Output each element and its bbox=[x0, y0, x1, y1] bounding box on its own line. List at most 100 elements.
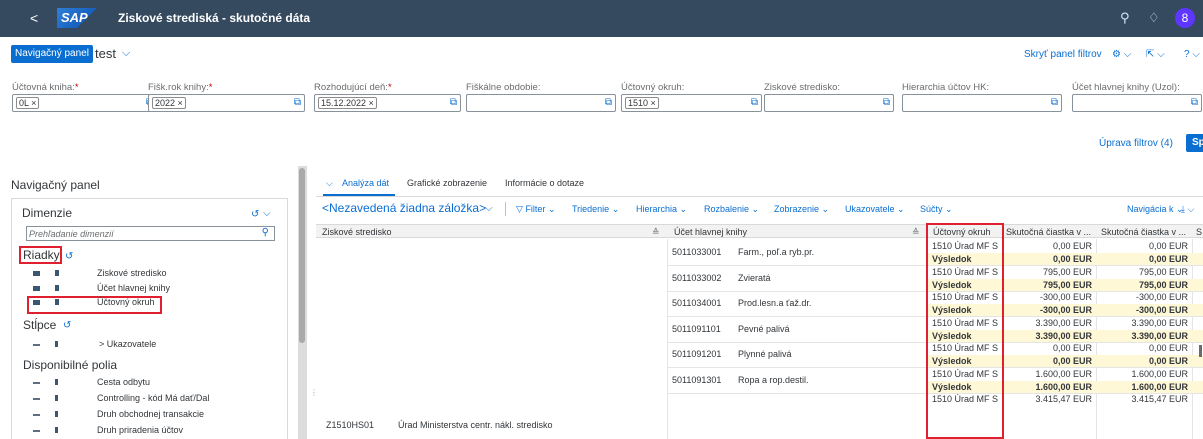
filter-token[interactable]: 1510 × bbox=[625, 97, 659, 109]
field-icon bbox=[33, 382, 40, 384]
columns-item[interactable]: > Ukazovatele bbox=[33, 339, 283, 351]
export-button[interactable]: ⤓ ⌵ bbox=[1181, 204, 1194, 215]
filter-input-5[interactable]: ⧉ bbox=[764, 94, 894, 112]
drag-icon bbox=[55, 270, 59, 276]
filter-input-0[interactable]: 0L ×⧉ bbox=[12, 94, 157, 112]
filter-label-7: Účet hlavnej knihy (Uzol): bbox=[1072, 82, 1180, 93]
expand-button[interactable]: Rozbalenie ⌄ bbox=[704, 204, 759, 215]
display-button[interactable]: Zobrazenie ⌄ bbox=[774, 204, 829, 215]
value-help-icon[interactable]: ⧉ bbox=[450, 97, 457, 108]
hierarchy-button[interactable]: Hierarchia ⌄ bbox=[636, 204, 687, 215]
value-help-icon[interactable]: ⧉ bbox=[1051, 97, 1058, 108]
navigate-to-button[interactable]: Navigácia k ⌄ bbox=[1127, 204, 1184, 215]
rows-item-label: Ziskové stredisko bbox=[97, 268, 167, 278]
result-amount: 0,00 EUR bbox=[1052, 356, 1092, 366]
filter-input-7[interactable]: ⧉ bbox=[1072, 94, 1202, 112]
row-axis-icon bbox=[33, 271, 40, 276]
value-help-icon[interactable]: ⧉ bbox=[1191, 97, 1198, 108]
filter-token[interactable]: 0L × bbox=[16, 97, 40, 109]
column-header-1[interactable]: Účet hlavnej knihy bbox=[674, 227, 747, 237]
filter-token[interactable]: 15.12.2022 × bbox=[318, 97, 377, 109]
available-field-item[interactable]: Cesta odbytu bbox=[33, 377, 283, 389]
filter-input-4[interactable]: 1510 × ⧉ bbox=[621, 94, 762, 112]
bell-icon[interactable]: ♢ bbox=[1148, 10, 1160, 26]
sort-icon-1[interactable]: ≙ bbox=[652, 227, 660, 238]
bookmark-select[interactable]: <Nezavedená žiadna záložka> bbox=[322, 201, 486, 215]
value-help-icon[interactable]: ⧉ bbox=[294, 97, 301, 108]
back-button[interactable]: < bbox=[30, 10, 38, 26]
rows-item[interactable]: Účet hlavnej knihy bbox=[33, 283, 283, 295]
column-header-5[interactable]: S bbox=[1196, 227, 1202, 237]
panel-splitter[interactable] bbox=[298, 166, 307, 439]
shell-bar: < SAP Ziskové strediská - skutočné dáta … bbox=[0, 0, 1203, 37]
column-axis-icon bbox=[33, 344, 40, 346]
adapt-filters-button[interactable]: Úprava filtrov (4) bbox=[1099, 138, 1173, 149]
variant-chevron-down-icon[interactable]: ⌵ bbox=[122, 47, 130, 60]
settings-menu-button[interactable]: ⚙ ⌵ bbox=[1112, 49, 1131, 60]
tab-query-info[interactable]: Informácie o dotaze bbox=[505, 178, 584, 188]
available-field-item[interactable]: Controlling - kód Má dať/Dal bbox=[33, 393, 283, 405]
measures-button[interactable]: Ukazovatele ⌄ bbox=[845, 204, 905, 215]
help-menu-button[interactable]: ? ⌵ bbox=[1184, 49, 1200, 60]
value-help-icon[interactable]: ⧉ bbox=[883, 97, 890, 108]
tab-graphical-display[interactable]: Grafické zobrazenie bbox=[407, 178, 487, 188]
variant-name[interactable]: test bbox=[95, 46, 116, 61]
filter-label-3: Fiškálne obdobie: bbox=[466, 82, 540, 93]
filter-label-text: Fišk.rok knihy: bbox=[148, 82, 209, 93]
filter-input-1[interactable]: 2022 × ⧉ bbox=[148, 94, 305, 112]
splitter-scroll-thumb[interactable] bbox=[299, 168, 305, 343]
totals-button[interactable]: Súčty ⌄ bbox=[920, 204, 953, 215]
filter-token[interactable]: 2022 × bbox=[152, 97, 186, 109]
filter-button[interactable]: ▽ Filter ⌄ bbox=[516, 204, 555, 215]
filter-input-2[interactable]: 15.12.2022 × ⧉ bbox=[314, 94, 461, 112]
available-field-item[interactable]: Druh obchodnej transakcie bbox=[33, 409, 283, 421]
dimension-search-input[interactable]: Prehľadanie dimenzií ⚲ bbox=[26, 226, 275, 241]
value-help-icon[interactable]: ⧉ bbox=[751, 97, 758, 108]
amount-cell: -300,00 EUR bbox=[1039, 292, 1092, 302]
value-help-icon[interactable]: ⧉ bbox=[605, 97, 612, 108]
filter-input-3[interactable]: ⧉ bbox=[466, 94, 616, 112]
column-header-0[interactable]: Ziskové stredisko bbox=[322, 227, 392, 237]
drag-icon bbox=[55, 285, 59, 291]
tab-data-analysis[interactable]: Analýza dát bbox=[342, 178, 389, 188]
nav-panel-title: Navigačný panel bbox=[11, 178, 100, 192]
drag-handle-icon[interactable]: ⋮ bbox=[310, 388, 318, 397]
dimensions-chevron-down-icon[interactable]: ⌵ bbox=[263, 208, 271, 219]
navigation-panel-button[interactable]: Navigačný panel bbox=[11, 45, 93, 63]
table-scrollbar[interactable] bbox=[1199, 345, 1202, 357]
amount-cell: 795,00 EUR bbox=[1042, 267, 1092, 277]
required-mark: * bbox=[74, 82, 79, 93]
rows-highlight bbox=[19, 246, 62, 264]
required-mark: * bbox=[387, 82, 392, 93]
rows-pin-icon[interactable]: ↺ bbox=[65, 251, 73, 262]
row-axis-icon bbox=[33, 286, 40, 291]
filter-input-6[interactable]: ⧉ bbox=[902, 94, 1062, 112]
account-number: 5011091301 bbox=[672, 375, 722, 385]
share-menu-button[interactable]: ⇱ ⌵ bbox=[1146, 49, 1165, 60]
result-amount: 795,00 EUR bbox=[1042, 280, 1092, 290]
avatar[interactable]: 8 bbox=[1175, 8, 1195, 28]
go-button[interactable]: Spustenie bbox=[1186, 134, 1203, 152]
hide-filter-bar-button[interactable]: Skryť panel filtrov bbox=[1024, 49, 1102, 60]
available-field-item[interactable]: Druh priradenia účtov bbox=[33, 425, 283, 437]
column-header-3[interactable]: Skutočná čiastka v ... bbox=[1006, 227, 1091, 237]
rows-item[interactable]: Účtovný okruh bbox=[33, 297, 283, 309]
rows-item[interactable]: Ziskové stredisko bbox=[33, 268, 283, 280]
pin-icon[interactable]: ↺ bbox=[251, 209, 259, 220]
sort-button[interactable]: Triedenie ⌄ bbox=[572, 204, 619, 215]
sap-logo[interactable]: SAP bbox=[57, 8, 97, 28]
account-name: Pevné palivá bbox=[738, 324, 790, 334]
filter-label-1: Fišk.rok knihy:* bbox=[148, 82, 212, 93]
column-header-4[interactable]: Skutočná čiastka v ... bbox=[1101, 227, 1186, 237]
columns-pin-icon[interactable]: ↺ bbox=[63, 320, 71, 331]
sort-icon-2[interactable]: ≙ bbox=[912, 227, 920, 238]
bookmark-chevron-down-icon[interactable]: ⌵ bbox=[485, 203, 493, 214]
field-icon bbox=[33, 414, 40, 416]
drag-icon bbox=[55, 299, 59, 305]
available-field-label: Druh priradenia účtov bbox=[97, 425, 184, 435]
tab-chevron-icon[interactable]: ⌵ bbox=[326, 178, 333, 189]
search-icon[interactable]: ⚲ bbox=[262, 227, 269, 238]
search-icon[interactable]: ⚲ bbox=[1120, 10, 1130, 26]
profit-center-id: Z1510HS01 bbox=[326, 420, 375, 430]
columns-item-label: > Ukazovatele bbox=[99, 339, 157, 349]
